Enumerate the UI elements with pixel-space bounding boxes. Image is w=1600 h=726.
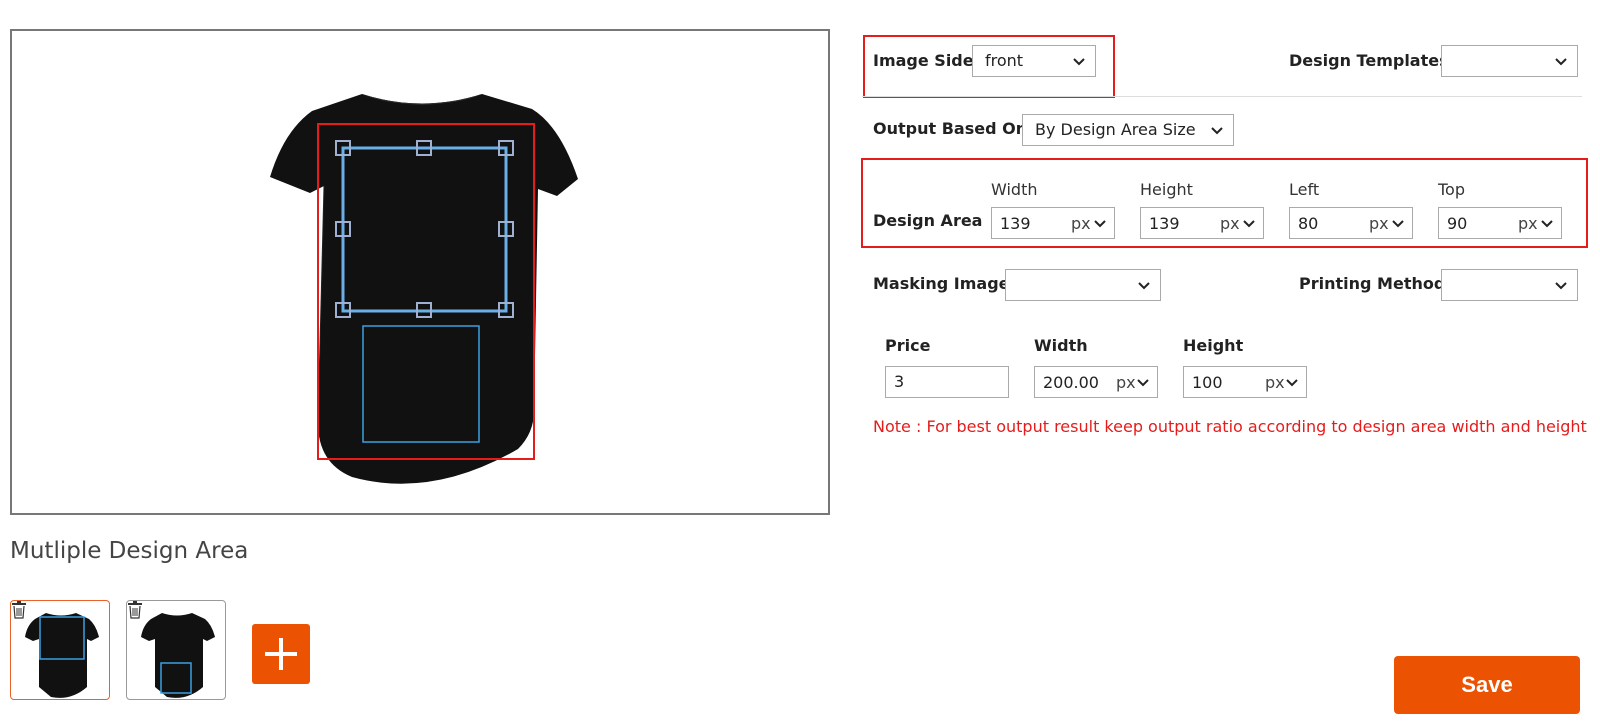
design-top-unit[interactable]: px (1518, 214, 1538, 233)
delete-icon[interactable] (11, 601, 27, 619)
design-height-input[interactable]: 139 px (1140, 207, 1264, 239)
chevron-down-icon (1541, 220, 1553, 228)
design-width-label: Width (991, 180, 1038, 199)
design-height-value: 139 (1149, 214, 1180, 233)
output-based-on-select[interactable]: By Design Area Size (1022, 114, 1234, 146)
image-side-value: front (985, 51, 1024, 70)
design-area-thumb-2[interactable] (126, 600, 226, 700)
masking-image-label: Masking Image (873, 274, 1010, 293)
image-side-select[interactable]: front (972, 45, 1096, 77)
design-width-value: 139 (1000, 214, 1031, 233)
chevron-down-icon (1137, 379, 1149, 387)
output-width-input[interactable]: 200.00 px (1034, 366, 1158, 398)
output-based-on-label: Output Based On (873, 119, 1028, 138)
design-width-input[interactable]: 139 px (991, 207, 1115, 239)
tshirt-image (270, 94, 578, 484)
chevron-down-icon (1392, 220, 1404, 228)
chevron-down-icon (1211, 127, 1223, 135)
chevron-down-icon (1094, 220, 1106, 228)
design-canvas[interactable] (10, 29, 830, 515)
delete-icon[interactable] (127, 601, 143, 619)
output-width-label: Width (1034, 336, 1088, 355)
design-left-unit[interactable]: px (1369, 214, 1389, 233)
design-templates-label: Design Templates (1289, 51, 1449, 70)
design-height-unit[interactable]: px (1220, 214, 1240, 233)
output-height-unit[interactable]: px (1265, 373, 1285, 392)
printing-method-label: Printing Method (1299, 274, 1446, 293)
output-height-input[interactable]: 100 px (1183, 366, 1307, 398)
price-value: 3 (894, 372, 905, 391)
price-label: Price (885, 336, 931, 355)
design-height-label: Height (1140, 180, 1193, 199)
chevron-down-icon (1286, 379, 1298, 387)
design-top-label: Top (1438, 180, 1465, 199)
design-area-thumb-1[interactable] (10, 600, 110, 700)
output-based-on-value: By Design Area Size (1035, 120, 1196, 139)
design-templates-select[interactable] (1441, 45, 1578, 77)
chevron-down-icon (1555, 282, 1567, 290)
design-left-input[interactable]: 80 px (1289, 207, 1413, 239)
design-left-label: Left (1289, 180, 1320, 199)
output-width-unit[interactable]: px (1116, 373, 1136, 392)
printing-method-select[interactable] (1441, 269, 1578, 301)
chevron-down-icon (1138, 282, 1150, 290)
output-ratio-note: Note : For best output result keep outpu… (873, 417, 1587, 436)
price-input[interactable]: 3 (885, 366, 1009, 398)
chevron-down-icon (1073, 58, 1085, 66)
plus-icon (265, 638, 297, 670)
output-height-value: 100 (1192, 373, 1223, 392)
chevron-down-icon (1243, 220, 1255, 228)
add-design-area-button[interactable] (252, 624, 310, 684)
output-height-label: Height (1183, 336, 1244, 355)
design-width-unit[interactable]: px (1071, 214, 1091, 233)
design-area-label: Design Area (873, 211, 983, 230)
section-divider (862, 96, 1582, 97)
chevron-down-icon (1555, 58, 1567, 66)
save-button[interactable]: Save (1394, 656, 1580, 714)
design-top-value: 90 (1447, 214, 1468, 233)
masking-image-select[interactable] (1005, 269, 1161, 301)
image-side-label: Image Side (873, 51, 974, 70)
design-top-input[interactable]: 90 px (1438, 207, 1562, 239)
multiple-design-area-title: Mutliple Design Area (10, 538, 249, 564)
output-width-value: 200.00 (1043, 373, 1099, 392)
design-left-value: 80 (1298, 214, 1319, 233)
